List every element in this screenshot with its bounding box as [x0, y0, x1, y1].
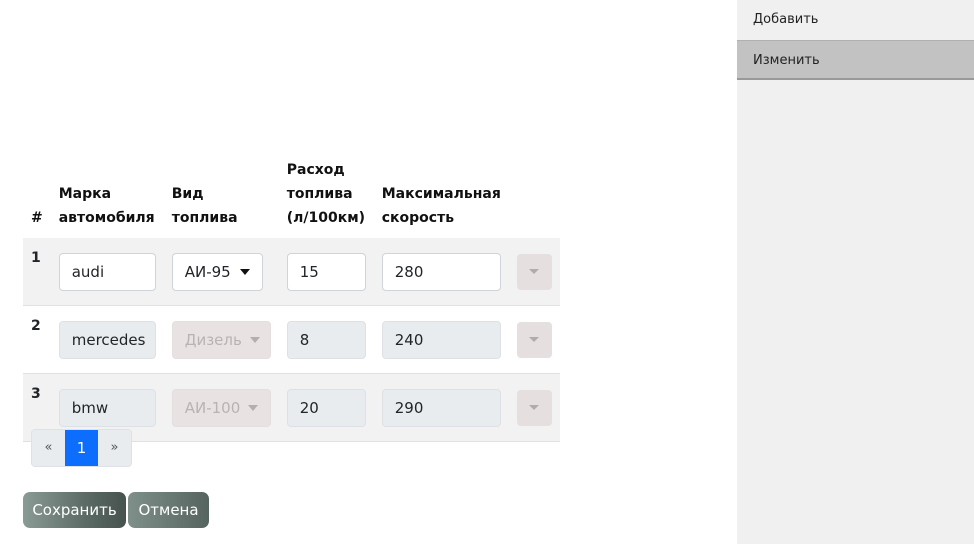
save-button[interactable]: Сохранить	[23, 492, 126, 528]
cars-table: # Марка автомобиля Вид топлива Расход то…	[23, 150, 560, 442]
caret-down-icon	[529, 405, 540, 410]
caret-down-icon	[248, 404, 259, 411]
brand-input[interactable]: bmw	[58, 388, 156, 427]
cars-table-wrapper: # Марка автомобиля Вид топлива Расход то…	[23, 150, 560, 442]
row-index: 2	[23, 305, 51, 374]
fuel-select-value: Дизель	[184, 330, 242, 349]
consumption-input[interactable]: 15	[286, 252, 366, 291]
speed-input[interactable]: 290	[381, 388, 501, 427]
consumption-input[interactable]: 20	[286, 388, 366, 427]
caret-down-icon	[249, 336, 260, 343]
brand-input[interactable]: mercedes	[58, 320, 156, 359]
row-action-button[interactable]	[516, 389, 552, 426]
table-row: 2 mercedes Дизель 8 240	[23, 305, 560, 374]
pagination-page-1[interactable]: 1	[65, 430, 98, 466]
fuel-select[interactable]: АИ-95	[171, 252, 263, 291]
fuel-select-value: АИ-95	[184, 262, 231, 281]
brand-input[interactable]: audi	[58, 252, 156, 291]
table-header-row: # Марка автомобиля Вид топлива Расход то…	[23, 150, 560, 238]
speed-input[interactable]: 280	[381, 252, 501, 291]
fuel-select-value: АИ-100	[184, 398, 241, 417]
caret-down-icon	[239, 268, 250, 275]
header-consumption: Расход топлива (л/100км)	[286, 162, 366, 226]
speed-input[interactable]: 240	[381, 320, 501, 359]
fuel-select[interactable]: АИ-100	[171, 388, 271, 427]
sidebar-item-add[interactable]: Добавить	[737, 0, 974, 40]
row-action-button[interactable]	[516, 321, 552, 358]
caret-down-icon	[529, 269, 540, 274]
row-action-button[interactable]	[516, 253, 552, 290]
header-brand: Марка автомобиля	[58, 186, 155, 226]
header-actions	[509, 150, 560, 238]
consumption-input[interactable]: 8	[286, 320, 366, 359]
row-index: 1	[23, 238, 51, 306]
pagination-next[interactable]: »	[98, 430, 131, 466]
pagination: « 1 »	[31, 429, 132, 467]
pagination-prev[interactable]: «	[32, 430, 65, 466]
sidebar-item-edit[interactable]: Изменить	[737, 40, 974, 80]
sidebar: Добавить Изменить	[737, 0, 974, 544]
header-speed: Максимальная скорость	[381, 186, 501, 226]
header-number: #	[31, 210, 43, 226]
table-row: 1 audi АИ-95 15 280	[23, 238, 560, 306]
caret-down-icon	[529, 337, 540, 342]
fuel-select[interactable]: Дизель	[171, 320, 271, 359]
header-fuel: Вид топлива	[171, 186, 238, 226]
cancel-button[interactable]: Отмена	[128, 492, 209, 528]
